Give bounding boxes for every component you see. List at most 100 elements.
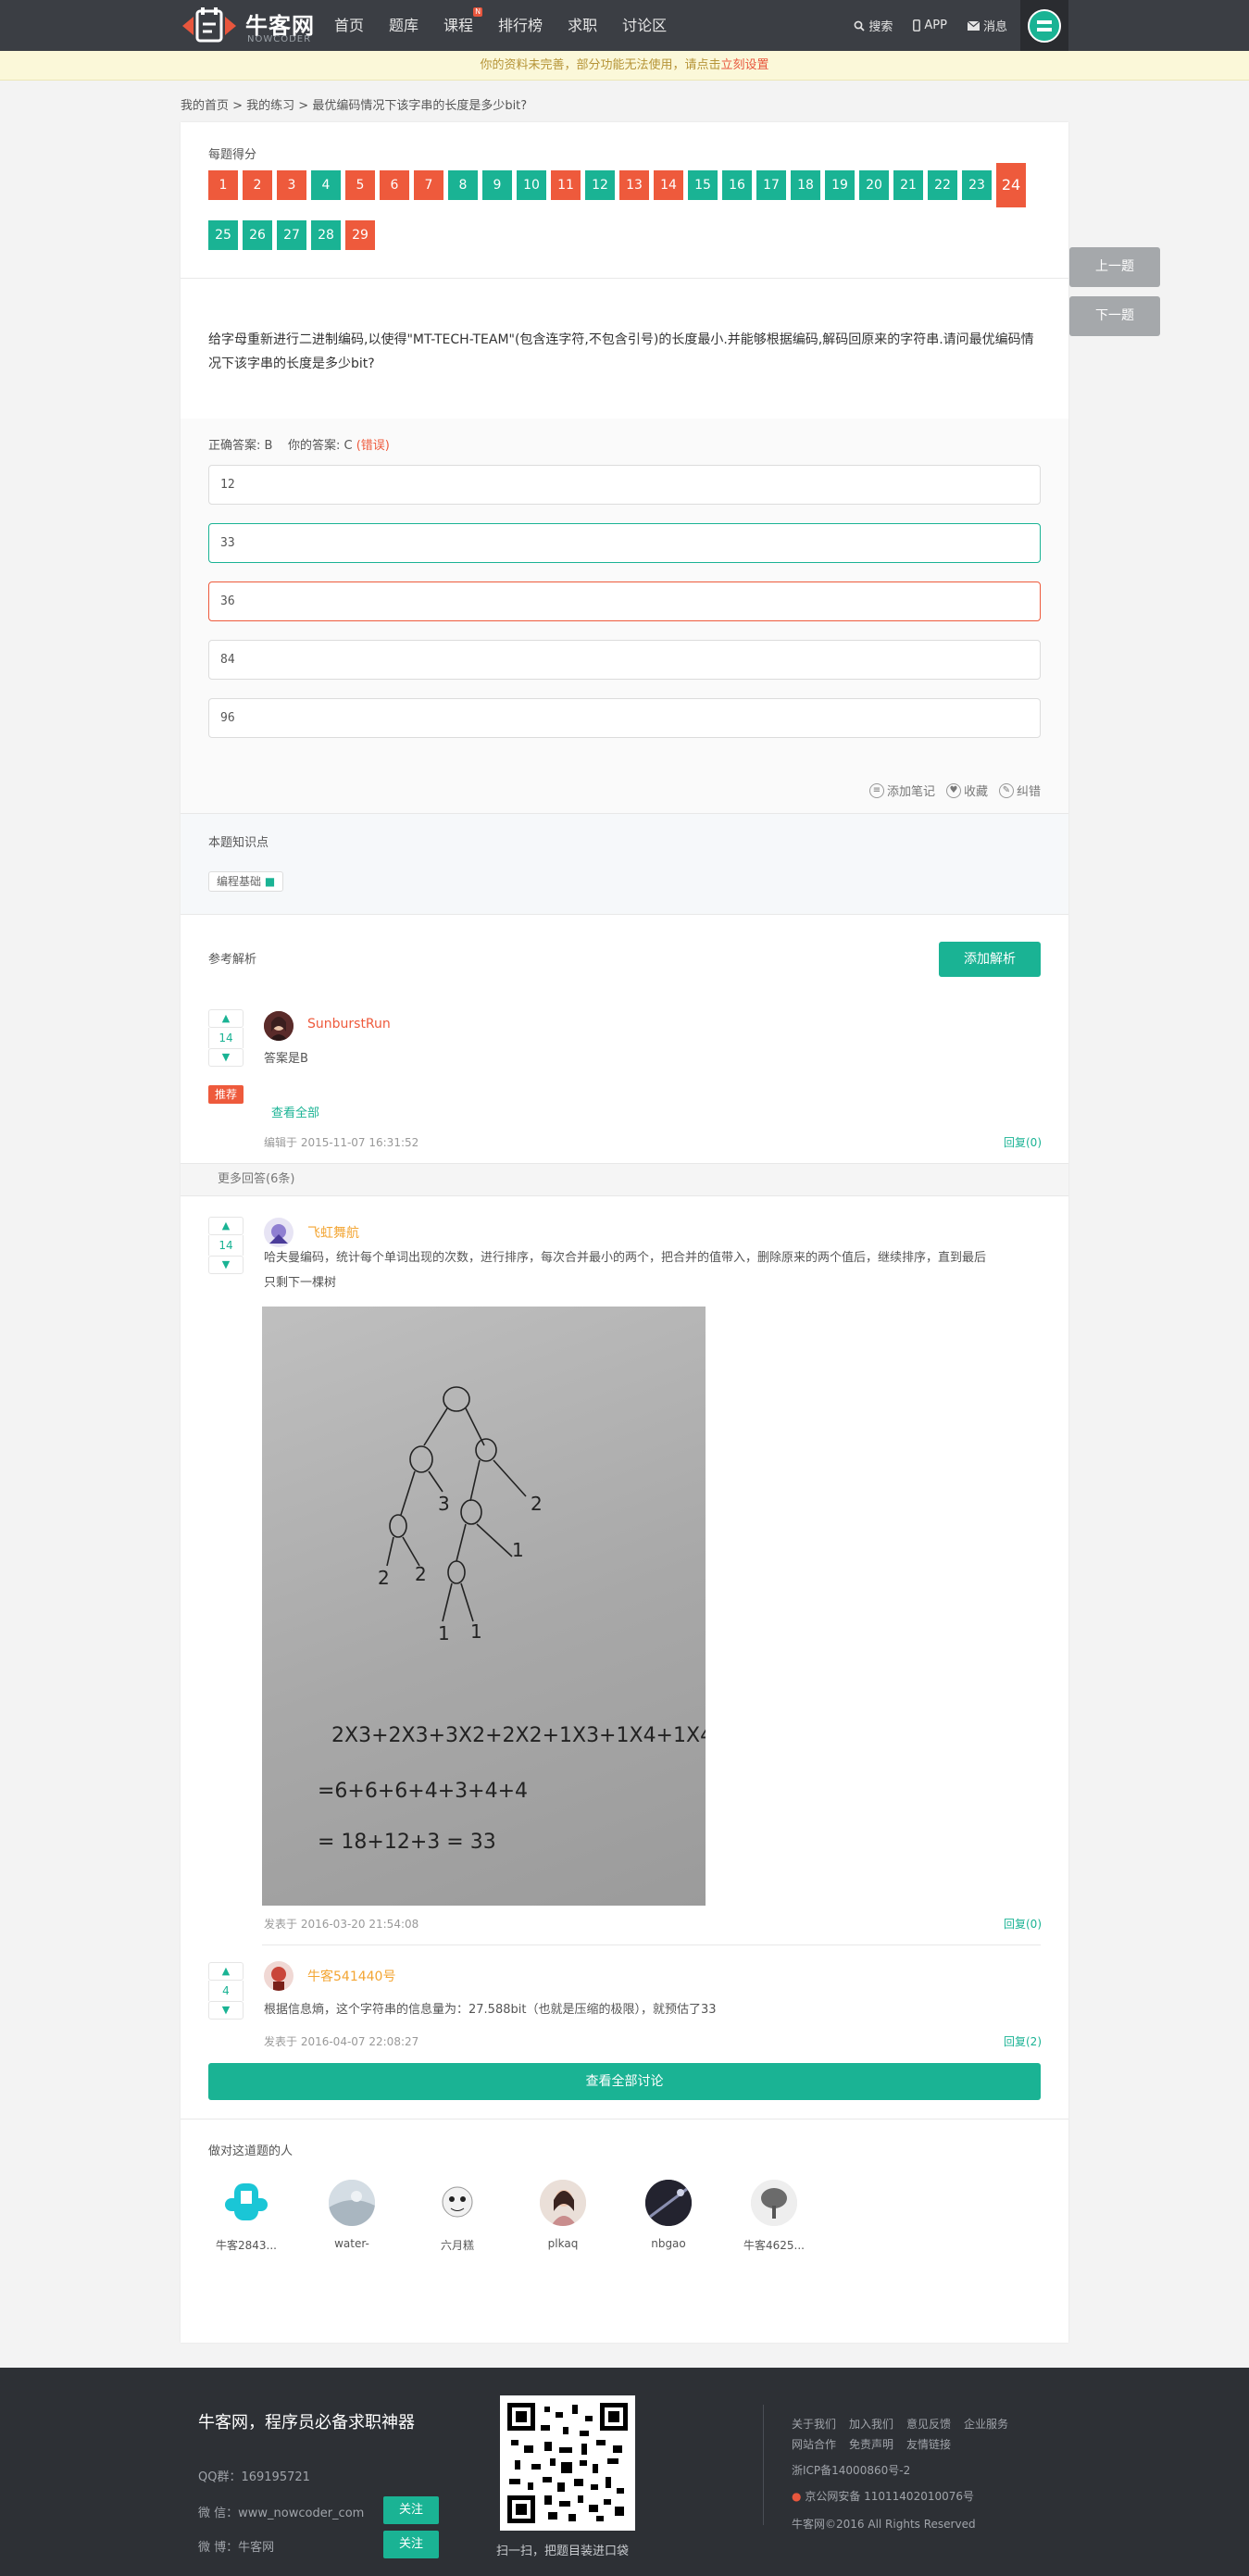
reply-link[interactable]: 回复(2) — [1004, 2033, 1042, 2049]
footer-links: 关于我们 加入我们 意见反馈 企业服务 — [792, 2416, 1021, 2432]
messages-button[interactable]: 消息 — [967, 17, 1007, 34]
score-item[interactable]: 24 — [996, 163, 1026, 207]
score-item[interactable]: 28 — [311, 220, 341, 250]
answer-author[interactable]: 牛客541440号 — [307, 1967, 395, 1985]
solver-item[interactable]: water- — [313, 2180, 391, 2250]
footer-link[interactable]: 免责声明 — [849, 2436, 893, 2452]
solver-item[interactable]: 牛客2843... — [207, 2180, 285, 2253]
nav-jobs[interactable]: 求职 — [568, 0, 597, 51]
follow-wechat-button[interactable]: 关注 — [383, 2496, 439, 2524]
score-item[interactable]: 12 — [585, 170, 615, 200]
solver-item[interactable]: 牛客4625... — [735, 2180, 813, 2253]
upvote-button[interactable]: ▲ — [208, 1217, 244, 1235]
footer-link[interactable]: 友情链接 — [906, 2436, 951, 2452]
reply-link[interactable]: 回复(0) — [1004, 1134, 1042, 1150]
notice-settings-link[interactable]: 立刻设置 — [721, 58, 769, 72]
score-item[interactable]: 4 — [311, 170, 341, 200]
score-item[interactable]: 9 — [482, 170, 512, 200]
formula-line: 2X3+2X3+3X2+2X2+1X3+1X4+1X4 — [331, 1724, 706, 1747]
answer-author[interactable]: 飞虹舞航 — [307, 1223, 359, 1242]
upvote-button[interactable]: ▲ — [208, 1962, 244, 1981]
score-item[interactable]: 1 — [208, 170, 238, 200]
score-item[interactable]: 14 — [654, 170, 683, 200]
footer-police[interactable]: ● 京公网安备 11011402010076号 — [792, 2488, 974, 2504]
favorite-button[interactable]: ♥ 收藏 — [945, 782, 988, 799]
avatar[interactable] — [264, 1218, 294, 1247]
view-all-discussion-button[interactable]: 查看全部讨论 — [208, 2063, 1041, 2100]
score-item[interactable]: 5 — [345, 170, 375, 200]
report-error-label: 纠错 — [1016, 785, 1041, 799]
nav-courses-label: 课程 — [443, 17, 474, 34]
score-item[interactable]: 22 — [928, 170, 957, 200]
footer-link[interactable]: 网站合作 — [792, 2436, 836, 2452]
footer-link[interactable]: 意见反馈 — [906, 2416, 951, 2432]
score-item[interactable]: 26 — [243, 220, 272, 250]
option-d[interactable]: 84 — [208, 640, 1041, 680]
nav-discussion[interactable]: 讨论区 — [622, 0, 667, 51]
footer-link[interactable]: 企业服务 — [964, 2416, 1008, 2432]
option-a[interactable]: 12 — [208, 465, 1041, 505]
solver-item[interactable]: plkaq — [524, 2180, 602, 2250]
logo[interactable]: 牛客网 NOWCODER — [181, 6, 329, 46]
avatar[interactable] — [264, 1011, 294, 1041]
score-item[interactable]: 29 — [345, 220, 375, 250]
knowledge-tag[interactable]: 编程基础 ■ — [208, 871, 284, 892]
option-e[interactable]: 96 — [208, 698, 1041, 738]
answer-photo[interactable]: 3 2 1 2 2 1 1 2X3+2X3+3X2+2X2+1X3+1X4+1X… — [262, 1307, 713, 1906]
footer-icp[interactable]: 浙ICP备14000860号-2 — [792, 2462, 910, 2478]
nav-courses[interactable]: 课程 N — [443, 0, 483, 51]
footer-link[interactable]: 关于我们 — [792, 2416, 836, 2432]
score-item[interactable]: 19 — [825, 170, 855, 200]
nav-ranking[interactable]: 排行榜 — [498, 0, 543, 51]
footer-link[interactable]: 加入我们 — [849, 2416, 893, 2432]
search-button[interactable]: 搜索 — [854, 17, 893, 34]
follow-weibo-button[interactable]: 关注 — [383, 2531, 439, 2558]
score-item[interactable]: 23 — [962, 170, 992, 200]
score-item[interactable]: 18 — [791, 170, 820, 200]
score-item[interactable]: 21 — [893, 170, 923, 200]
user-avatar-menu[interactable] — [1020, 0, 1068, 51]
tree-label: 1 — [470, 1620, 482, 1643]
add-analysis-button[interactable]: 添加解析 — [939, 942, 1041, 977]
nav-question-bank[interactable]: 题库 — [389, 0, 418, 51]
options-area: 正确答案: B 你的答案: C (错误) 12 33 36 84 96 ≡ 添加笔… — [181, 419, 1068, 813]
score-item[interactable]: 20 — [859, 170, 889, 200]
reply-link[interactable]: 回复(0) — [1004, 1916, 1042, 1932]
prev-question-button[interactable]: 上一题 — [1069, 247, 1160, 287]
upvote-button[interactable]: ▲ — [208, 1009, 244, 1028]
app-button[interactable]: APP — [913, 19, 947, 32]
score-item[interactable]: 10 — [517, 170, 546, 200]
score-item[interactable]: 3 — [277, 170, 306, 200]
score-item[interactable]: 25 — [208, 220, 238, 250]
score-item[interactable]: 7 — [414, 170, 443, 200]
score-item[interactable]: 6 — [380, 170, 409, 200]
correct-answer-label: 正确答案: B — [208, 439, 273, 453]
score-item[interactable]: 16 — [722, 170, 752, 200]
add-note-button[interactable]: ≡ 添加笔记 — [868, 782, 935, 799]
score-item[interactable]: 13 — [619, 170, 649, 200]
notice-text: 你的资料未完善，部分功能无法使用，请点击 — [480, 58, 721, 72]
solver-item[interactable]: nbgao — [630, 2180, 707, 2250]
score-item[interactable]: 15 — [688, 170, 718, 200]
score-item[interactable]: 11 — [551, 170, 581, 200]
answer-author[interactable]: SunburstRun — [307, 1017, 391, 1032]
score-item[interactable]: 8 — [448, 170, 478, 200]
avatar — [751, 2180, 797, 2226]
answer-content-line: 只剩下一棵树 — [264, 1276, 337, 1290]
option-b[interactable]: 33 — [208, 523, 1041, 563]
score-item[interactable]: 2 — [243, 170, 272, 200]
nav-home[interactable]: 首页 — [334, 0, 364, 51]
view-all-link[interactable]: 查看全部 — [271, 1103, 319, 1120]
avatar[interactable] — [264, 1961, 294, 1991]
solver-item[interactable]: 六月糕 — [418, 2180, 496, 2253]
downvote-button[interactable]: ▼ — [208, 1048, 244, 1067]
score-item[interactable]: 17 — [756, 170, 786, 200]
downvote-button[interactable]: ▼ — [208, 2001, 244, 2020]
report-error-button[interactable]: ✎ 纠错 — [998, 782, 1041, 799]
next-question-button[interactable]: 下一题 — [1069, 296, 1160, 336]
formula-line: =6+6+6+4+3+4+4 — [318, 1780, 528, 1803]
downvote-button[interactable]: ▼ — [208, 1256, 244, 1274]
breadcrumb[interactable]: 我的首页 > 我的练习 > 最优编码情况下该字串的长度是多少bit? — [181, 95, 527, 113]
score-item[interactable]: 27 — [277, 220, 306, 250]
option-c[interactable]: 36 — [208, 581, 1041, 621]
